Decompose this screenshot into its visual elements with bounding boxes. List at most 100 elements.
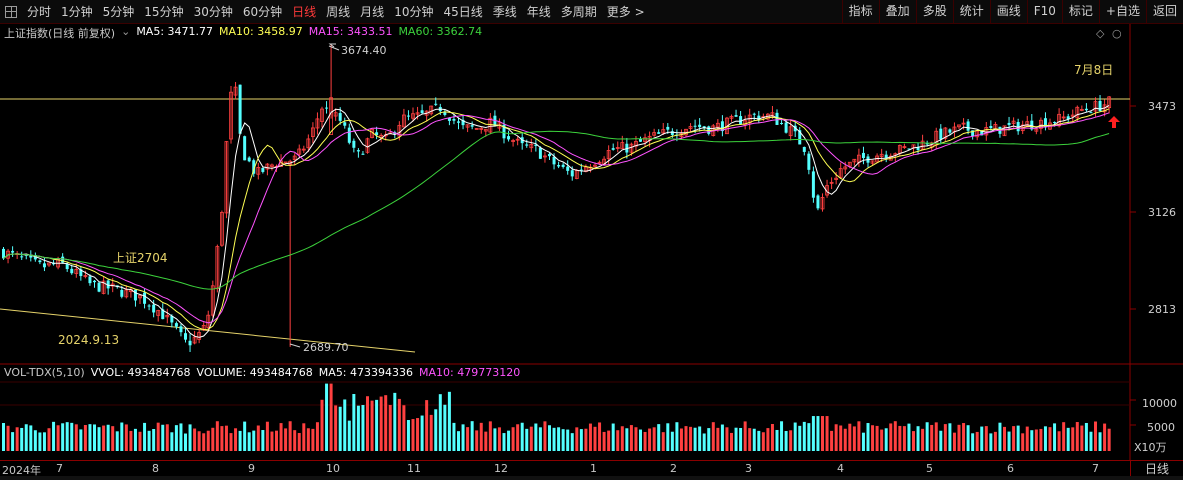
period-tab-4[interactable]: 30分钟: [189, 1, 238, 23]
volume-bar: [397, 398, 401, 451]
volume-bar: [97, 427, 101, 451]
volume-bar: [716, 427, 720, 451]
candle-body: [861, 152, 865, 159]
volume-bar: [707, 428, 711, 451]
month-label: 6: [1007, 462, 1014, 475]
volume-bar: [616, 430, 620, 451]
volume-bar: [1075, 422, 1079, 451]
period-tabs: 分时 1分钟 5分钟 15分钟 30分钟 60分钟 日线 周线 月线 10分钟 45日线 季线 年线 多周…: [22, 1, 650, 23]
period-tab-13[interactable]: 多周期: [556, 1, 602, 23]
function-button-0[interactable]: 指标: [841, 0, 879, 23]
period-tab-5[interactable]: 60分钟: [238, 1, 287, 23]
ma10-line: [3, 108, 1110, 331]
volume-bar: [193, 428, 197, 451]
volume-bar: [1007, 431, 1011, 451]
volume-bar: [902, 426, 906, 451]
volume-bar: [884, 428, 888, 451]
candle-body: [939, 128, 943, 140]
volume-bar: [538, 427, 542, 451]
function-button-2[interactable]: 多股: [915, 0, 953, 23]
volume-bar: [256, 425, 260, 451]
function-button-5[interactable]: F10: [1026, 0, 1062, 23]
volume-bar: [939, 430, 943, 451]
function-button-4[interactable]: 画线: [989, 0, 1027, 23]
period-tab-10[interactable]: 45日线: [438, 1, 487, 23]
volume-bar: [811, 416, 815, 451]
vol-ma5-value: MA5: 473394336: [318, 366, 414, 379]
period-tab-3[interactable]: 15分钟: [139, 1, 188, 23]
function-button-7[interactable]: +自选: [1098, 0, 1146, 23]
volume-bar: [306, 428, 310, 451]
volume-bar: [24, 424, 28, 451]
volume-bar: [848, 423, 852, 451]
period-tab-9[interactable]: 10分钟: [389, 1, 438, 23]
note-label: 上证2704: [113, 251, 168, 265]
function-button-3[interactable]: 统计: [952, 0, 990, 23]
candle-body: [325, 107, 329, 109]
candle-body: [283, 161, 288, 164]
period-tab-6[interactable]: 日线: [287, 1, 321, 23]
volume-bar: [1084, 422, 1088, 451]
volume-bar: [325, 383, 329, 451]
volume-bar: [552, 427, 556, 451]
volume-bar: [548, 425, 551, 451]
candle-body: [61, 256, 65, 263]
candle-body: [120, 290, 124, 297]
volume-bar: [789, 430, 793, 451]
period-tab-1[interactable]: 1分钟: [56, 1, 98, 23]
month-label: 4: [837, 462, 844, 475]
volume-bar: [734, 427, 738, 451]
ma60-line: [3, 130, 1110, 290]
volume-bar: [852, 426, 856, 451]
volume-bar: [238, 430, 242, 451]
ma5-line: [3, 104, 1110, 338]
volume-bar: [971, 433, 975, 451]
volume-bar: [275, 430, 278, 451]
volume-bar: [347, 420, 351, 451]
function-button-1[interactable]: 叠加: [878, 0, 916, 23]
candle-body: [88, 276, 92, 284]
function-buttons: 指标 叠加 多股 统计 画线 F10 标记 +自选 返回: [841, 0, 1183, 23]
volume-bar: [234, 428, 238, 451]
volume-bar: [52, 421, 56, 451]
period-tab-11[interactable]: 季线: [488, 1, 522, 23]
candle-body: [570, 170, 574, 177]
kline-chart[interactable]: 3674.40 2689.70 2024.9.13 7月8日 上证2704 34…: [0, 24, 1183, 460]
volume-bar: [11, 432, 15, 451]
volume-bar: [74, 424, 78, 451]
volume-bar: [343, 399, 347, 451]
volume-bar: [70, 422, 74, 451]
month-label: 10: [326, 462, 340, 475]
candle-body: [93, 280, 96, 283]
period-tab-7[interactable]: 周线: [321, 1, 355, 23]
period-tab-0[interactable]: 分时: [22, 1, 56, 23]
period-tab-14[interactable]: 更多 >: [602, 1, 650, 23]
volume-bar: [420, 415, 424, 451]
volume-bar: [516, 424, 520, 451]
period-button[interactable]: 日线: [1130, 460, 1183, 477]
candle-body: [966, 121, 970, 131]
candle-body: [247, 157, 251, 162]
volume-bar: [607, 430, 611, 451]
volume-bar: [866, 423, 870, 451]
period-tab-2[interactable]: 5分钟: [98, 1, 140, 23]
volume-bar: [816, 416, 820, 451]
volume-bar: [1016, 425, 1020, 451]
period-tab-12[interactable]: 年线: [522, 1, 556, 23]
chart-grid: [0, 24, 1183, 460]
volume-bar: [488, 421, 492, 451]
volume-bar: [593, 426, 597, 451]
volume-bar: [83, 425, 87, 451]
volume-bar: [661, 432, 665, 451]
function-button-6[interactable]: 标记: [1061, 0, 1099, 23]
volume-bar: [1089, 431, 1093, 451]
function-button-8[interactable]: 返回: [1145, 0, 1183, 23]
candle-body: [356, 150, 360, 152]
volume-bar: [106, 424, 110, 451]
vol-indicator-title[interactable]: VOL-TDX(5,10): [4, 366, 85, 382]
price-tick: 2813: [1148, 303, 1176, 316]
period-tab-8[interactable]: 月线: [355, 1, 389, 23]
volume-bar: [1012, 426, 1016, 451]
volume-bar: [780, 421, 784, 451]
layout-grid-icon[interactable]: [0, 1, 22, 23]
